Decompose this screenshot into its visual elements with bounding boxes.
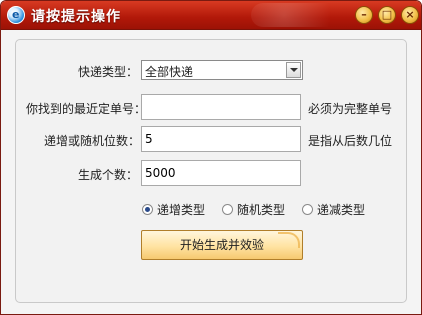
courier-type-label: 快递类型： xyxy=(78,65,139,79)
radio-random[interactable]: 随机类型 xyxy=(222,201,285,218)
decorative-swirl-icon xyxy=(278,232,300,248)
generate-and-verify-button[interactable]: 开始生成并效验 xyxy=(141,230,303,260)
digits-label: 递增或随机位数： xyxy=(44,134,141,148)
app-logo-icon: e xyxy=(7,6,25,24)
courier-type-value: 全部快递 xyxy=(145,65,194,79)
radio-decrement[interactable]: 递减类型 xyxy=(302,201,365,218)
radio-increment-label: 递增类型 xyxy=(157,203,206,217)
radio-selected-icon xyxy=(142,204,153,215)
nearest-order-input[interactable] xyxy=(141,94,301,120)
dialog-window: e 请按提示操作 – □ × 快递类型： 全部快递 你找到的最近定单号： 必须为… xyxy=(0,0,422,315)
title-bar[interactable]: e 请按提示操作 – □ × xyxy=(1,1,421,30)
nearest-order-hint: 必须为完整单号 xyxy=(308,102,393,116)
radio-random-label: 随机类型 xyxy=(237,203,286,217)
maximize-button[interactable]: □ xyxy=(378,6,396,24)
close-button[interactable]: × xyxy=(401,6,419,24)
radio-decrement-label: 递减类型 xyxy=(317,203,366,217)
generate-button-label: 开始生成并效验 xyxy=(179,238,264,252)
radio-increment[interactable]: 递增类型 xyxy=(142,201,205,218)
digits-hint: 是指从后数几位 xyxy=(308,134,393,148)
nearest-order-label: 你找到的最近定单号： xyxy=(26,102,147,116)
minimize-button[interactable]: – xyxy=(355,6,373,24)
courier-type-select[interactable]: 全部快递 xyxy=(141,60,303,80)
chevron-down-icon[interactable] xyxy=(286,62,301,78)
radio-unselected-icon xyxy=(222,204,233,215)
radio-unselected-icon xyxy=(302,204,313,215)
digits-input[interactable]: 5 xyxy=(141,126,301,152)
count-label: 生成个数： xyxy=(78,168,139,182)
count-input[interactable]: 5000 xyxy=(141,160,301,186)
window-title: 请按提示操作 xyxy=(31,9,121,25)
